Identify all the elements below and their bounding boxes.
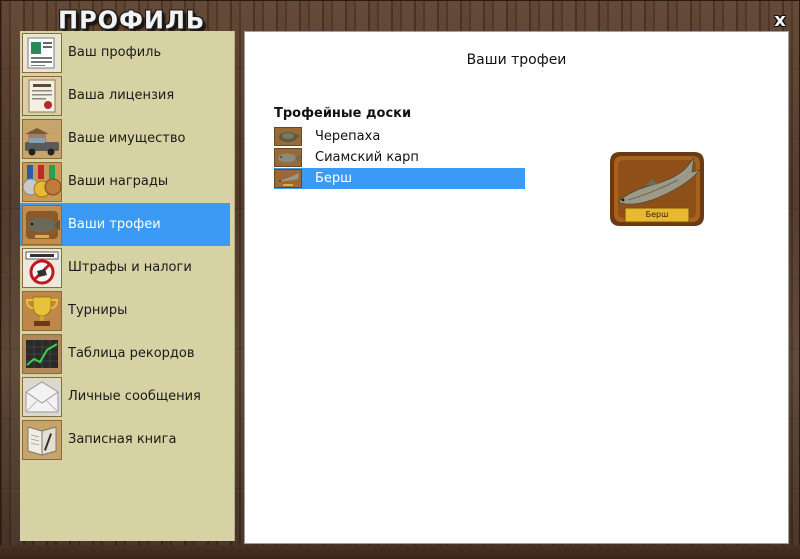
sidebar-item-label: Записная книга bbox=[68, 432, 177, 447]
profile-document-icon bbox=[22, 32, 62, 73]
license-certificate-icon bbox=[22, 75, 62, 116]
close-button[interactable]: x bbox=[772, 12, 788, 30]
trophy-label: Сиамский карп bbox=[315, 150, 419, 165]
profile-window: { "window": { "title": "ПРОФИЛЬ", "close… bbox=[0, 0, 800, 559]
sidebar-item-notebook[interactable]: Записная книга bbox=[20, 418, 235, 461]
trophy-label: Черепаха bbox=[315, 129, 381, 144]
sidebar-item-tournaments[interactable]: Турниры bbox=[20, 289, 235, 332]
trophy-item-bersh[interactable]: Берш bbox=[274, 168, 525, 189]
sidebar-item-label: Ваш профиль bbox=[68, 45, 162, 60]
sidebar-item-trophies[interactable]: Ваши трофеи bbox=[20, 203, 230, 246]
bersh-trophy-icon bbox=[274, 169, 302, 188]
trophy-plaque-preview: Берш bbox=[608, 150, 706, 228]
trophy-boards-heading: Трофейные доски bbox=[274, 106, 412, 121]
sidebar: Ваш профиль Ваша лицензия Ваше имущество… bbox=[20, 31, 235, 541]
tournament-cup-icon bbox=[22, 290, 62, 331]
medals-icon bbox=[22, 161, 62, 202]
trophy-item-siamese-carp[interactable]: Сиамский карп bbox=[274, 147, 525, 168]
sidebar-item-awards[interactable]: Ваши награды bbox=[20, 160, 235, 203]
trophies-panel: Ваши трофеи Трофейные доски Черепаха Сиа… bbox=[244, 31, 789, 544]
plaque-label: Берш bbox=[645, 210, 669, 219]
sidebar-item-label: Таблица рекордов bbox=[68, 346, 195, 361]
fine-sign-icon bbox=[22, 247, 62, 288]
trophy-list: Черепаха Сиамский карп Берш bbox=[274, 126, 525, 189]
sidebar-item-label: Личные сообщения bbox=[68, 389, 201, 404]
sidebar-item-records[interactable]: Таблица рекордов bbox=[20, 332, 235, 375]
sidebar-item-property[interactable]: Ваше имущество bbox=[20, 117, 235, 160]
sidebar-item-label: Ваши награды bbox=[68, 174, 169, 189]
sidebar-item-label: Штрафы и налоги bbox=[68, 260, 192, 275]
sidebar-item-label: Ваши трофеи bbox=[68, 217, 161, 232]
page-title: Ваши трофеи bbox=[466, 52, 567, 68]
trophy-item-turtle[interactable]: Черепаха bbox=[274, 126, 525, 147]
sidebar-item-label: Ваша лицензия bbox=[68, 88, 175, 103]
sidebar-item-label: Ваше имущество bbox=[68, 131, 186, 146]
turtle-trophy-icon bbox=[274, 127, 302, 146]
fish-trophy-icon bbox=[22, 204, 62, 245]
notebook-icon bbox=[22, 419, 62, 460]
sidebar-item-label: Турниры bbox=[68, 303, 128, 318]
property-vehicles-icon bbox=[22, 118, 62, 159]
trophy-label: Берш bbox=[315, 171, 353, 186]
sidebar-item-profile[interactable]: Ваш профиль bbox=[20, 31, 235, 74]
carp-trophy-icon bbox=[274, 148, 302, 167]
envelope-icon bbox=[22, 376, 62, 417]
sidebar-item-license[interactable]: Ваша лицензия bbox=[20, 74, 235, 117]
sidebar-item-fines[interactable]: Штрафы и налоги bbox=[20, 246, 235, 289]
sidebar-item-messages[interactable]: Личные сообщения bbox=[20, 375, 235, 418]
bottom-wood-bar bbox=[0, 545, 800, 559]
records-chart-icon bbox=[22, 333, 62, 374]
